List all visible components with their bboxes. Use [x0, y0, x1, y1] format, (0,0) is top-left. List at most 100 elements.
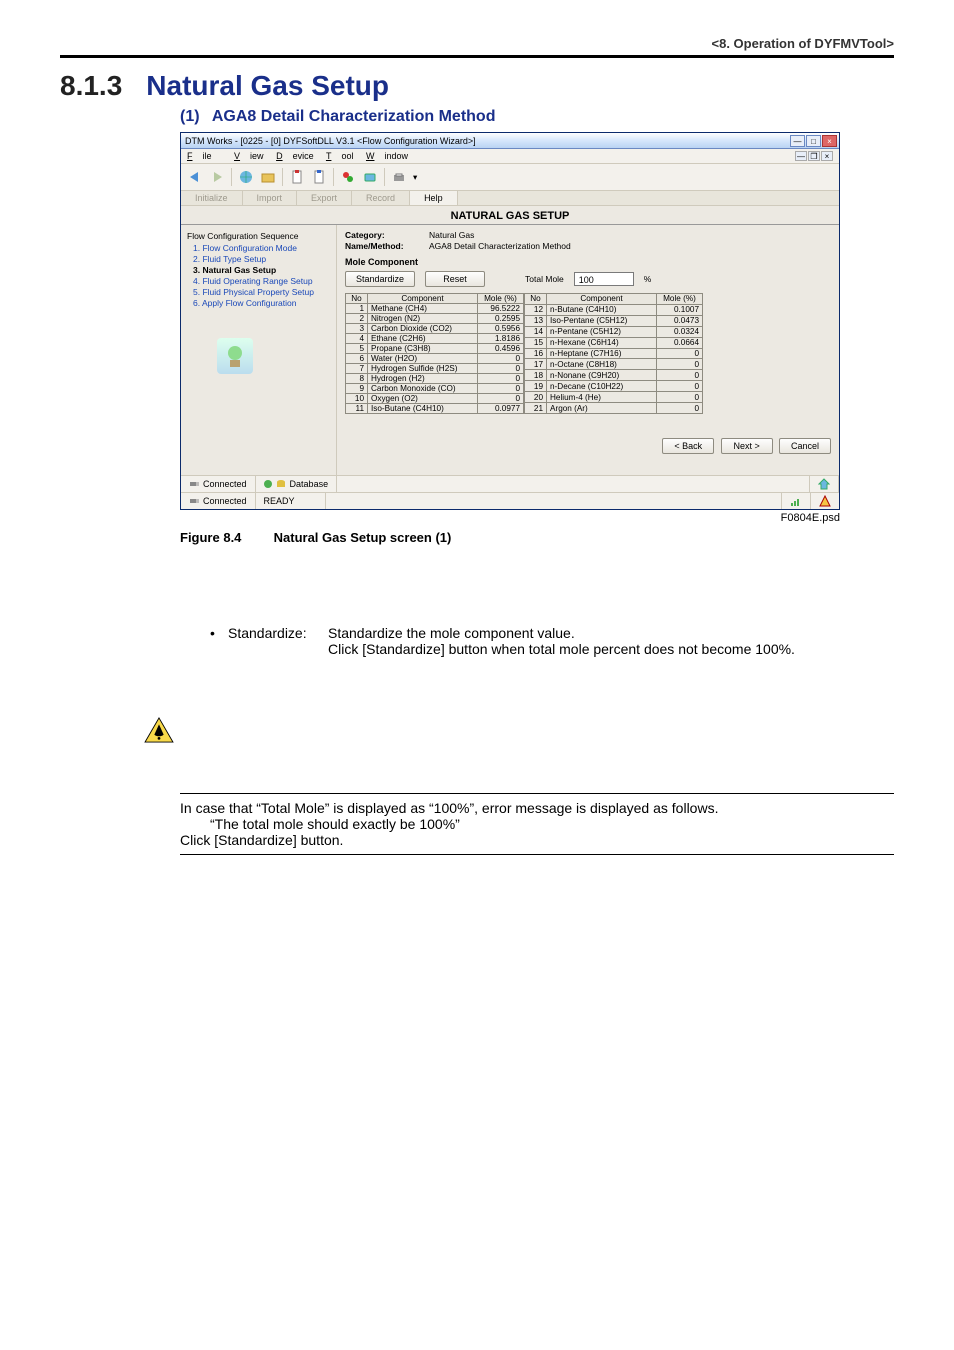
cell-mole[interactable]: 0	[478, 394, 524, 404]
cell-no: 15	[525, 337, 547, 348]
mdi-restore-button[interactable]: ❐	[808, 151, 820, 161]
figure-number: Figure 8.4	[180, 530, 270, 545]
tab-export[interactable]: Export	[297, 191, 352, 205]
total-mole-label: Total Mole	[525, 274, 564, 284]
tab-help[interactable]: Help	[410, 191, 458, 205]
sidebar-item-4[interactable]: 4. Fluid Operating Range Setup	[193, 276, 330, 286]
cell-mole[interactable]: 0	[478, 374, 524, 384]
cell-mole[interactable]: 0	[657, 381, 703, 392]
cell-mole[interactable]: 96.5222	[478, 304, 524, 314]
cell-no: 2	[346, 314, 368, 324]
sidebar-item-3[interactable]: 3. Natural Gas Setup	[193, 265, 330, 275]
component-table-left: No Component Mole (%) 1Methane (CH4)96.5…	[345, 293, 524, 414]
cell-component: Carbon Dioxide (CO2)	[368, 324, 478, 334]
window-maximize-button[interactable]: □	[806, 135, 821, 147]
standardize-button[interactable]: Standardize	[345, 271, 415, 287]
status-connected: Connected	[203, 479, 247, 489]
next-button[interactable]: Next >	[721, 438, 773, 454]
window-minimize-button[interactable]: —	[790, 135, 805, 147]
cell-mole[interactable]: 1.8186	[478, 334, 524, 344]
mdi-close-button[interactable]: ×	[821, 151, 833, 161]
world-icon[interactable]	[238, 169, 254, 185]
namemethod-value: AGA8 Detail Characterization Method	[429, 241, 571, 251]
page-header: <8. Operation of DYFMVTool>	[60, 36, 894, 53]
print-dropdown-icon[interactable]: ▾	[413, 172, 417, 183]
reset-button[interactable]: Reset	[425, 271, 485, 287]
cell-component: Carbon Monoxide (CO)	[368, 384, 478, 394]
cell-mole[interactable]: 0.0324	[657, 326, 703, 337]
caution-line1: In case that “Total Mole” is displayed a…	[180, 800, 894, 816]
cell-no: 16	[525, 348, 547, 359]
menu-tool[interactable]: Tool	[326, 151, 354, 161]
cell-no: 20	[525, 392, 547, 403]
table-row: 20Helium-4 (He)0	[525, 392, 703, 403]
cell-mole[interactable]: 0	[657, 348, 703, 359]
cell-component: n-Decane (C10H22)	[547, 381, 657, 392]
tab-record[interactable]: Record	[352, 191, 410, 205]
window-close-button[interactable]: ×	[822, 135, 837, 147]
forward-icon[interactable]	[209, 169, 225, 185]
cell-mole[interactable]: 0.0473	[657, 315, 703, 326]
table-row: 3Carbon Dioxide (CO2)0.5956	[346, 324, 524, 334]
cell-mole[interactable]: 0.5956	[478, 324, 524, 334]
col-no: No	[346, 294, 368, 304]
table-row: 5Propane (C3H8)0.4596	[346, 344, 524, 354]
sidebar-item-6[interactable]: 6. Apply Flow Configuration	[193, 298, 330, 308]
cell-no: 1	[346, 304, 368, 314]
status-database: Database	[290, 479, 329, 489]
category-value: Natural Gas	[429, 230, 474, 240]
menu-device[interactable]: Device	[276, 151, 314, 161]
cell-mole[interactable]: 0	[657, 392, 703, 403]
device-icon[interactable]	[362, 169, 378, 185]
home-icon[interactable]	[818, 478, 830, 490]
cell-component: Oxygen (O2)	[368, 394, 478, 404]
sidebar-item-2[interactable]: 2. Fluid Type Setup	[193, 254, 330, 264]
cell-component: Methane (CH4)	[368, 304, 478, 314]
subsection-number: (1)	[180, 108, 208, 126]
bullet-icon: •	[210, 625, 228, 641]
back-button[interactable]: < Back	[662, 438, 714, 454]
menu-view[interactable]: View	[234, 151, 264, 161]
menu-file[interactable]: File	[187, 151, 222, 161]
cell-mole[interactable]: 0	[478, 384, 524, 394]
run-icon[interactable]	[340, 169, 356, 185]
cell-mole[interactable]: 0	[478, 354, 524, 364]
back-icon[interactable]	[187, 169, 203, 185]
menu-window[interactable]: Window	[366, 151, 408, 161]
clipboard2-icon[interactable]	[311, 169, 327, 185]
cell-no: 4	[346, 334, 368, 344]
tab-initialize[interactable]: Initialize	[181, 191, 243, 205]
cell-mole[interactable]: 0	[478, 364, 524, 374]
cancel-button[interactable]: Cancel	[779, 438, 831, 454]
cell-mole[interactable]: 0	[657, 370, 703, 381]
signal-icon	[790, 495, 802, 507]
cell-mole[interactable]: 0.0664	[657, 337, 703, 348]
mdi-minimize-button[interactable]: —	[795, 151, 807, 161]
sidebar-item-1[interactable]: 1. Flow Configuration Mode	[193, 243, 330, 253]
menubar: File View Device Tool Window — ❐ ×	[181, 149, 839, 164]
tab-import[interactable]: Import	[243, 191, 298, 205]
status-dot-icon	[264, 480, 272, 488]
clipboard-icon[interactable]	[289, 169, 305, 185]
toolbar-separator	[282, 168, 283, 186]
cell-no: 8	[346, 374, 368, 384]
figure-file-id: F0804E.psd	[180, 512, 840, 524]
table-row: 18n-Nonane (C9H20)0	[525, 370, 703, 381]
cell-component: n-Hexane (C6H14)	[547, 337, 657, 348]
cell-mole[interactable]: 0.0977	[478, 404, 524, 414]
toolbar: ▾	[181, 164, 839, 191]
print-icon[interactable]	[391, 169, 407, 185]
sidebar-item-5[interactable]: 5. Fluid Physical Property Setup	[193, 287, 330, 297]
table-row: 14n-Pentane (C5H12)0.0324	[525, 326, 703, 337]
cell-mole[interactable]: 0.2595	[478, 314, 524, 324]
figure-caption: Natural Gas Setup screen (1)	[274, 530, 452, 545]
cell-mole[interactable]: 0.4596	[478, 344, 524, 354]
folder-icon[interactable]	[260, 169, 276, 185]
cell-mole[interactable]: 0	[657, 403, 703, 414]
cell-mole[interactable]: 0	[657, 359, 703, 370]
panel-title: NATURAL GAS SETUP	[181, 206, 839, 225]
cell-mole[interactable]: 0.1007	[657, 304, 703, 315]
header-rule	[60, 55, 894, 58]
subsection-title: AGA8 Detail Characterization Method	[212, 108, 496, 125]
cell-component: Water (H2O)	[368, 354, 478, 364]
